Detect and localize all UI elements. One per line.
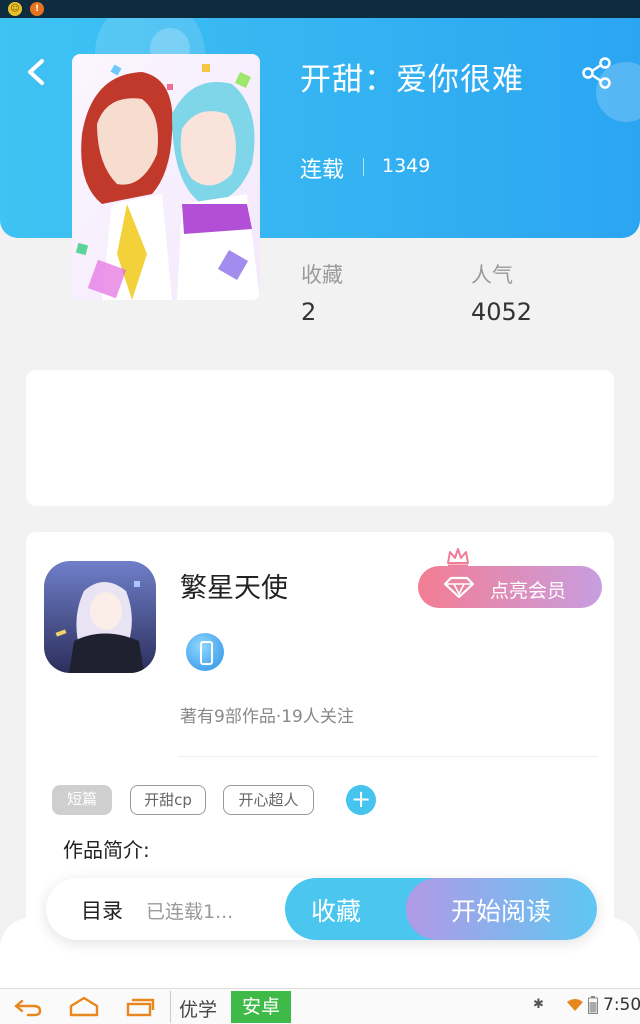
vip-button[interactable]: 点亮会员 [418, 566, 602, 608]
nav-home-icon[interactable] [68, 995, 100, 1019]
add-icon[interactable]: + [346, 785, 376, 815]
alert-icon: ! [30, 2, 44, 16]
start-reading-label: 开始阅读 [451, 897, 552, 926]
serial-status: 连载 [300, 158, 345, 183]
clock: 7:50 [603, 995, 640, 1015]
notification-icon: ☺ [8, 2, 22, 16]
tag-short[interactable]: 短篇 [52, 785, 112, 815]
input-method-switch[interactable]: 优学 安卓 [170, 991, 291, 1023]
toc-label: 目录 [81, 899, 123, 923]
chapter-count: 1349 [382, 155, 431, 177]
level-badge-icon [186, 633, 224, 671]
start-reading-button[interactable]: 开始阅读 [406, 878, 597, 940]
toc-progress: 已连载1... [146, 901, 234, 923]
nav-recent-icon[interactable] [124, 995, 156, 1019]
wifi-icon [567, 999, 583, 1011]
ime-option-youxue[interactable]: 优学 [179, 995, 217, 1022]
crown-icon [447, 548, 469, 567]
gem-icon [444, 576, 474, 598]
back-arrow-icon[interactable] [22, 55, 50, 89]
author-name[interactable]: 繁星天使 [180, 566, 288, 605]
vip-button-label: 点亮会员 [490, 580, 567, 602]
battery-icon [588, 996, 598, 1014]
tag-happy-hero[interactable]: 开心超人 [223, 785, 314, 815]
synopsis-label: 作品简介: [63, 838, 150, 862]
favorites-value: 2 [301, 298, 317, 326]
nav-back-icon[interactable] [12, 995, 44, 1019]
placeholder-card [26, 370, 614, 506]
book-cover-image[interactable] [72, 54, 260, 300]
popularity-label: 人气 [471, 263, 513, 287]
book-title: 开甜：爱你很难 [300, 62, 524, 98]
section-divider [178, 756, 598, 757]
share-icon[interactable] [580, 56, 614, 90]
author-stats: 著有9部作品·19人关注 [180, 707, 354, 727]
table-of-contents-button[interactable]: 目录 已连载1... [46, 878, 286, 940]
popularity-value: 4052 [471, 298, 533, 326]
action-bar: 目录 已连载1... 收藏 开始阅读 [46, 878, 597, 940]
ime-option-android[interactable]: 安卓 [231, 991, 291, 1023]
status-divider [363, 158, 364, 176]
bluetooth-icon: ✱ [533, 997, 544, 1012]
favorite-button-label: 收藏 [311, 897, 362, 926]
system-navbar: 优学 安卓 ✱ 7:50 [0, 988, 640, 1024]
tag-cp[interactable]: 开甜cp [130, 785, 206, 815]
favorites-label: 收藏 [301, 263, 343, 287]
status-bar: ☺ ! [0, 0, 640, 18]
author-avatar[interactable] [44, 561, 156, 673]
